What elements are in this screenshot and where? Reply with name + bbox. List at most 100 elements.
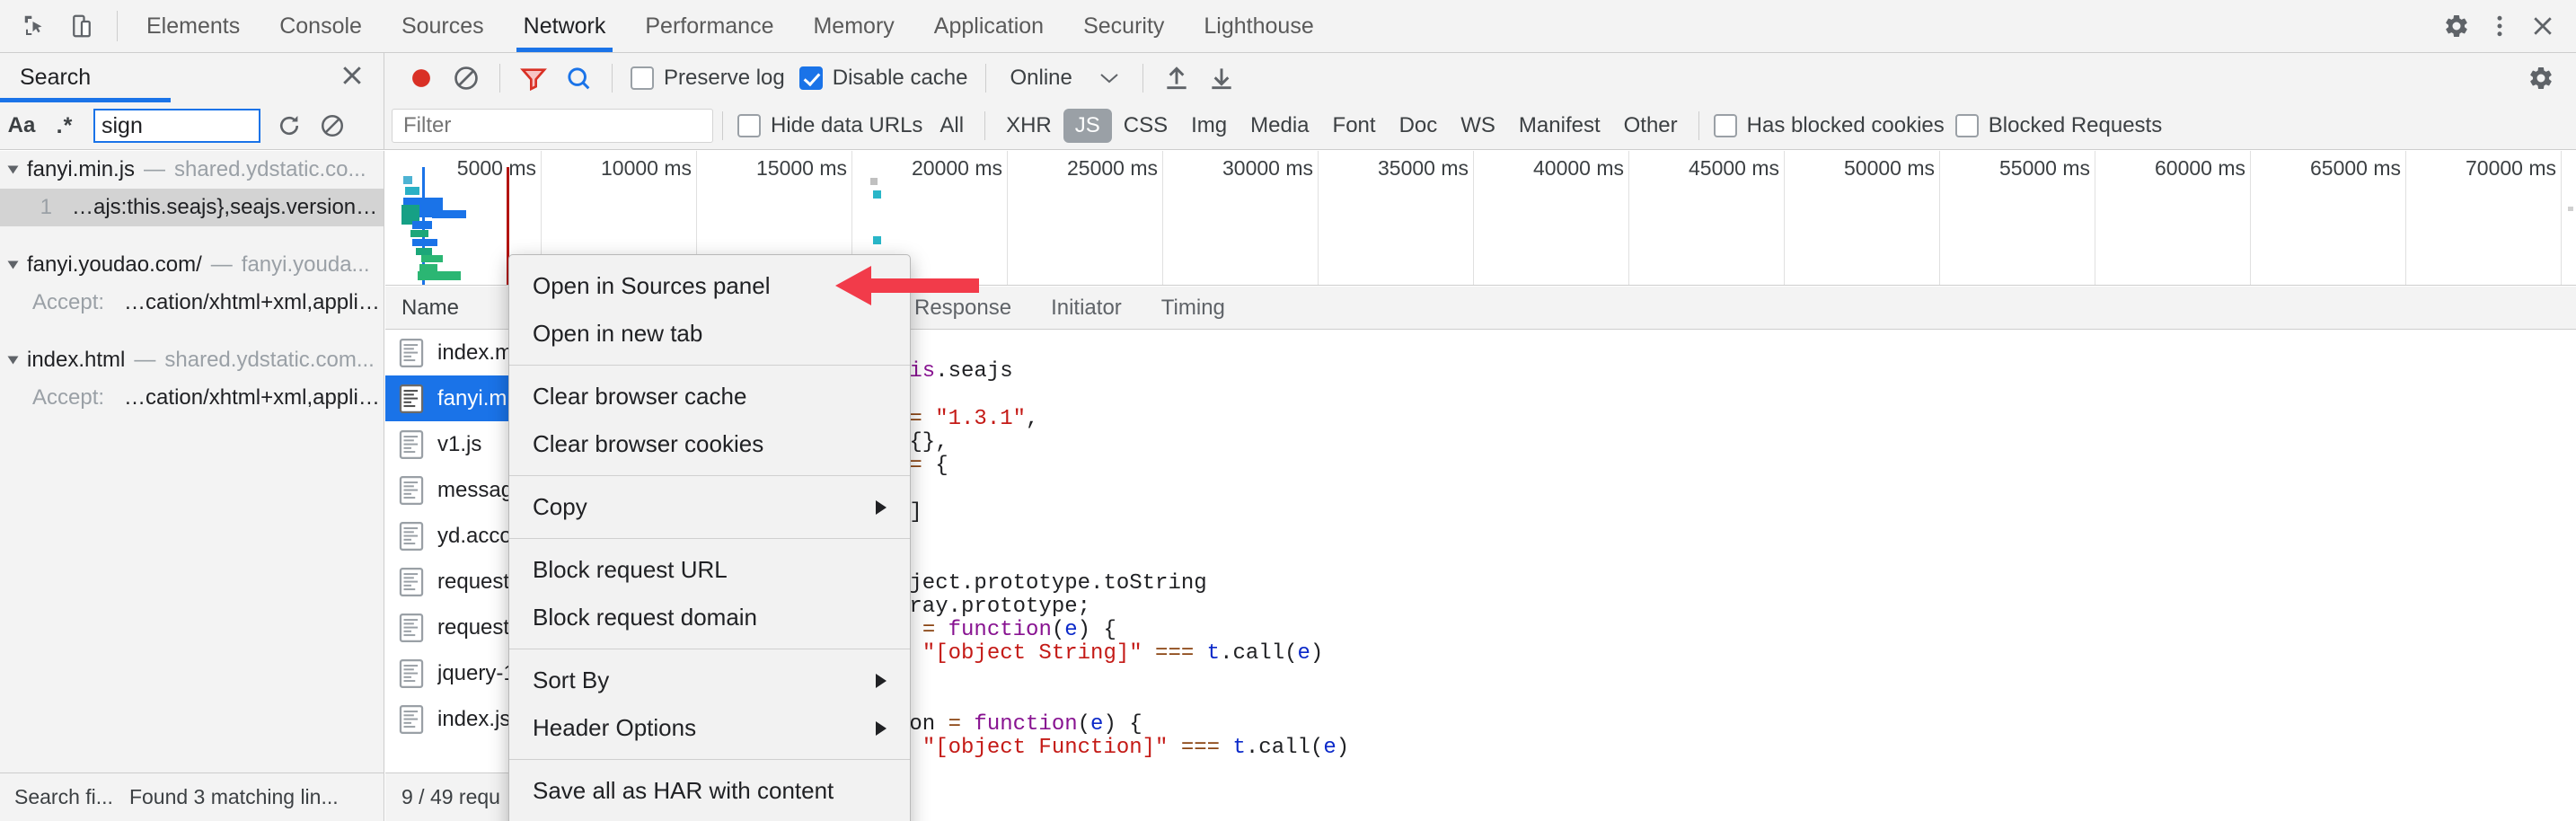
type-filter-img[interactable]: Img xyxy=(1179,109,1239,143)
menu-item[interactable]: Copy xyxy=(509,483,910,531)
code-token: e xyxy=(1090,712,1104,737)
code-token: === xyxy=(1142,641,1207,667)
type-filter-js[interactable]: JS xyxy=(1063,109,1112,143)
tab-timing[interactable]: Timing xyxy=(1142,287,1245,329)
tab-label: Security xyxy=(1083,13,1165,39)
search-result-file[interactable]: fanyi.youdao.com/ — fanyi.youda... xyxy=(0,246,384,284)
type-filter-font[interactable]: Font xyxy=(1321,109,1388,143)
menu-item-label: Clear browser cookies xyxy=(533,430,764,457)
search-result-match[interactable]: 1 …ajs:this.seajs},seajs.version=… xyxy=(0,189,384,226)
tab-initiator[interactable]: Initiator xyxy=(1031,287,1142,329)
search-panel-title: Search xyxy=(20,65,92,90)
settings-gear-icon[interactable] xyxy=(2436,5,2477,47)
filter-funnel-icon[interactable] xyxy=(513,57,554,99)
js-file-icon xyxy=(398,613,425,643)
type-filter-doc[interactable]: Doc xyxy=(1388,109,1450,143)
overview-tick-label: 25000 ms xyxy=(1066,156,1158,180)
tab-console[interactable]: Console xyxy=(260,0,382,52)
tab-sources[interactable]: Sources xyxy=(382,0,504,52)
context-menu[interactable]: Open in Sources panel Open in new tab Clea… xyxy=(508,254,911,821)
code-token: ( xyxy=(1077,712,1091,737)
menu-item[interactable]: Block request domain xyxy=(509,594,910,641)
code-token: { xyxy=(935,453,948,478)
upload-har-icon[interactable] xyxy=(1156,57,1197,99)
tab-memory[interactable]: Memory xyxy=(793,0,913,52)
menu-item[interactable]: Clear browser cookies xyxy=(509,420,910,468)
record-button-icon[interactable] xyxy=(401,57,442,99)
tab-label: Sources xyxy=(401,13,484,39)
panel-tabs: Elements Console Sources Network Perform… xyxy=(127,0,1334,52)
menu-separator xyxy=(509,759,910,760)
network-settings-gear-icon[interactable] xyxy=(2520,57,2562,99)
has-blocked-cookies-checkbox[interactable]: Has blocked cookies xyxy=(1708,113,1950,138)
filter-input[interactable] xyxy=(392,109,713,143)
submenu-arrow-icon xyxy=(876,720,887,736)
close-icon[interactable] xyxy=(339,62,366,93)
type-filter-css[interactable]: CSS xyxy=(1112,109,1179,143)
menu-item[interactable]: Clear browser cache xyxy=(509,373,910,420)
response-code-view[interactable]: {his.seajs = "1.3.1", {}, = {,[] bject.p… xyxy=(889,330,2576,760)
code-line: n "[object Function]" === t.call(e) xyxy=(889,737,2576,760)
search-result-file[interactable]: index.html — shared.ydstatic.com... xyxy=(0,341,384,379)
menu-item[interactable]: Open in new tab xyxy=(509,310,910,358)
chevron-down-icon[interactable] xyxy=(7,260,19,269)
match-header-name: Accept: xyxy=(32,290,105,314)
menu-item[interactable]: Sort By xyxy=(509,657,910,704)
match-case-button[interactable]: Aa xyxy=(0,106,43,146)
code-token: e xyxy=(1297,641,1310,667)
regex-button[interactable]: .* xyxy=(43,106,86,146)
menu-item[interactable]: Header Options xyxy=(509,704,910,752)
device-toolbar-icon[interactable] xyxy=(61,5,102,47)
code-token: ) { xyxy=(1077,618,1116,643)
blocked-requests-checkbox[interactable]: Blocked Requests xyxy=(1950,113,2167,138)
menu-item[interactable]: Save as… xyxy=(509,815,910,821)
request-detail-panel[interactable]: Response Initiator Timing {his.seajs = "… xyxy=(889,287,2576,821)
search-result-file-name: fanyi.youdao.com/ xyxy=(27,252,202,277)
tab-lighthouse[interactable]: Lighthouse xyxy=(1184,0,1333,52)
request-name: index.mi xyxy=(437,340,518,365)
search-result-match[interactable]: Accept: …cation/xhtml+xml,appli… xyxy=(0,284,384,322)
overview-tick-label: 50000 ms xyxy=(1843,156,1935,180)
tab-security[interactable]: Security xyxy=(1063,0,1184,52)
type-filter-manifest[interactable]: Manifest xyxy=(1507,109,1612,143)
search-result-file[interactable]: fanyi.min.js — shared.ydstatic.co... xyxy=(0,151,384,189)
more-options-icon[interactable] xyxy=(2479,5,2520,47)
tab-network[interactable]: Network xyxy=(504,0,626,52)
inspect-element-icon[interactable] xyxy=(14,5,56,47)
type-filter-all[interactable]: All xyxy=(928,109,975,143)
tab-performance[interactable]: Performance xyxy=(625,0,793,52)
tab-application[interactable]: Application xyxy=(914,0,1063,52)
refresh-icon[interactable] xyxy=(268,106,311,146)
search-result-match[interactable]: Accept: …cation/xhtml+xml,appli… xyxy=(0,379,384,417)
search-status-left: Search fi... xyxy=(14,785,113,808)
chevron-down-icon[interactable] xyxy=(7,356,19,365)
type-filter-xhr[interactable]: XHR xyxy=(994,109,1063,143)
throttle-dropdown[interactable]: Online xyxy=(999,66,1129,91)
match-snippet: …ajs:this.seajs},seajs.version=… xyxy=(72,195,384,219)
type-filter-other[interactable]: Other xyxy=(1612,109,1689,143)
overview-request-bar xyxy=(410,230,428,237)
disable-cache-checkbox[interactable]: Disable cache xyxy=(794,66,974,91)
search-input[interactable] xyxy=(93,109,260,143)
preserve-log-checkbox[interactable]: Preserve log xyxy=(625,66,790,91)
js-file-icon xyxy=(398,658,425,689)
download-har-icon[interactable] xyxy=(1201,57,1242,99)
close-devtools-icon[interactable] xyxy=(2522,5,2563,47)
type-filter-ws[interactable]: WS xyxy=(1449,109,1507,143)
menu-item[interactable]: Block request URL xyxy=(509,546,910,594)
search-results-tree[interactable]: fanyi.min.js — shared.ydstatic.co... 1 …… xyxy=(0,151,384,772)
overview-request-bar xyxy=(2568,207,2573,211)
chevron-down-icon[interactable] xyxy=(7,165,19,174)
clear-icon[interactable] xyxy=(311,106,354,146)
request-count: 9 / 49 requ xyxy=(401,785,500,808)
menu-item[interactable]: Save all as HAR with content xyxy=(509,767,910,815)
hide-data-urls-checkbox[interactable]: Hide data URLs xyxy=(732,113,928,138)
type-filter-media[interactable]: Media xyxy=(1239,109,1320,143)
overview-request-bar xyxy=(873,236,881,244)
clear-network-icon[interactable] xyxy=(446,57,487,99)
search-icon[interactable] xyxy=(558,57,599,99)
tab-elements[interactable]: Elements xyxy=(127,0,260,52)
code-line: his.seajs xyxy=(889,360,2576,384)
